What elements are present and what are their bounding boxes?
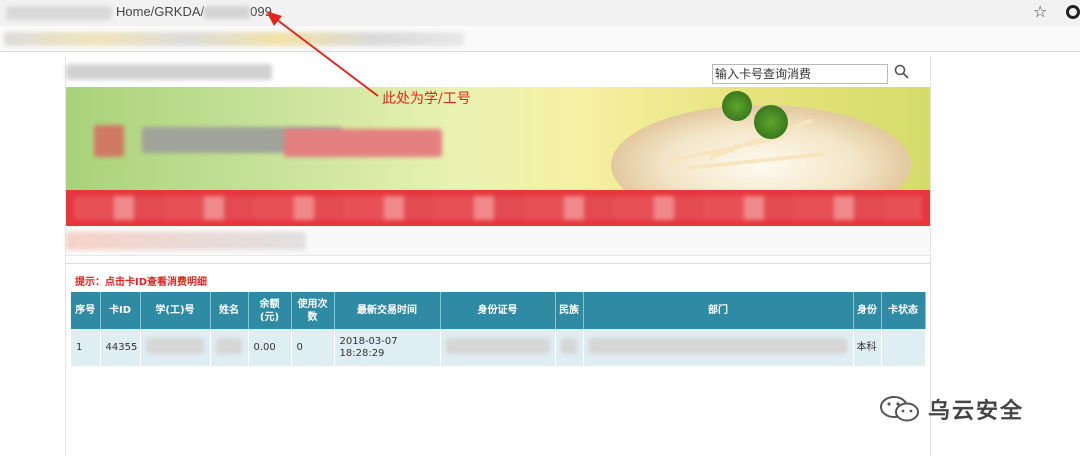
- watermark-text: 乌云安全: [928, 399, 1025, 424]
- annotation-arrow: [266, 11, 379, 97]
- col-id-number: 身份证号: [440, 292, 556, 329]
- redacted-name: [215, 338, 242, 354]
- header-banner: [66, 87, 930, 191]
- col-card-id: 卡ID: [100, 292, 141, 329]
- redacted-url-middle: [204, 6, 251, 20]
- cell-name: [210, 329, 249, 366]
- redacted-banner-logo: [94, 125, 124, 157]
- nav-bar: [66, 190, 930, 226]
- food-image-detail: [722, 91, 752, 121]
- cell-use-count: 0: [291, 329, 335, 366]
- redacted-department: [588, 338, 847, 354]
- bookmarks-bar: [0, 26, 1080, 52]
- hint-text: 提示：点击卡ID查看消费明细: [75, 277, 208, 288]
- bookmark-star-icon[interactable]: ☆: [1033, 2, 1047, 21]
- wechat-icon: [880, 396, 919, 422]
- redacted-url-prefix: [6, 6, 112, 20]
- cell-ethnicity: [555, 329, 584, 366]
- redacted-bookmarks: [4, 32, 464, 46]
- url-path: Home/GRKDA/: [116, 4, 205, 19]
- cell-identity: 本科: [853, 329, 882, 366]
- cell-id-number: [440, 329, 556, 366]
- url-text[interactable]: Home/GRKDA/099: [116, 4, 272, 20]
- card-table: 序号 卡ID 学(工)号 姓名 余额(元) 使用次数 最新交易时间 身份证号 民…: [71, 292, 926, 366]
- table-row: 1 44355 0.00 0 2018-03-07 18:28:29 本科: [71, 329, 926, 366]
- watermark: 乌云安全: [878, 393, 1024, 425]
- redacted-id-number: [445, 338, 550, 354]
- table-header-row: 序号 卡ID 学(工)号 姓名 余额(元) 使用次数 最新交易时间 身份证号 民…: [71, 292, 926, 329]
- food-image-detail: [754, 105, 788, 139]
- extension-icon[interactable]: [1066, 5, 1080, 19]
- sub-header: [66, 226, 930, 256]
- col-use-count: 使用次数: [291, 292, 335, 329]
- col-department: 部门: [583, 292, 854, 329]
- redacted-nav-items: [74, 196, 922, 220]
- last-trade-date: 2018-03-07: [339, 335, 398, 347]
- cell-student-id: [140, 329, 211, 366]
- search-icon[interactable]: [894, 64, 910, 80]
- redacted-ethnicity: [560, 338, 577, 354]
- redacted-student-id: [145, 338, 204, 354]
- col-student-id: 学(工)号: [140, 292, 211, 329]
- cell-balance: 0.00: [248, 329, 292, 366]
- col-card-status: 卡状态: [881, 292, 926, 329]
- browser-address-bar[interactable]: Home/GRKDA/099 ☆: [0, 0, 1080, 26]
- card-search-input[interactable]: [712, 64, 888, 84]
- cell-department: [583, 329, 854, 366]
- col-name: 姓名: [210, 292, 249, 329]
- redacted-site-title: [66, 64, 272, 80]
- last-trade-time: 18:28:29: [339, 347, 385, 359]
- cell-card-status: [881, 329, 926, 366]
- col-identity: 身份: [853, 292, 882, 329]
- col-last-trade: 最新交易时间: [334, 292, 441, 329]
- redacted-banner-subtitle: [284, 129, 442, 157]
- col-balance: 余额(元): [248, 292, 292, 329]
- redacted-subheader-text: [66, 232, 306, 250]
- cell-index: 1: [71, 329, 101, 366]
- col-ethnicity: 民族: [555, 292, 584, 329]
- col-index: 序号: [71, 292, 101, 329]
- annotation-label: 此处为学/工号: [382, 91, 471, 107]
- card-id-link[interactable]: 44355: [100, 329, 141, 366]
- cell-last-trade: 2018-03-07 18:28:29: [334, 329, 441, 366]
